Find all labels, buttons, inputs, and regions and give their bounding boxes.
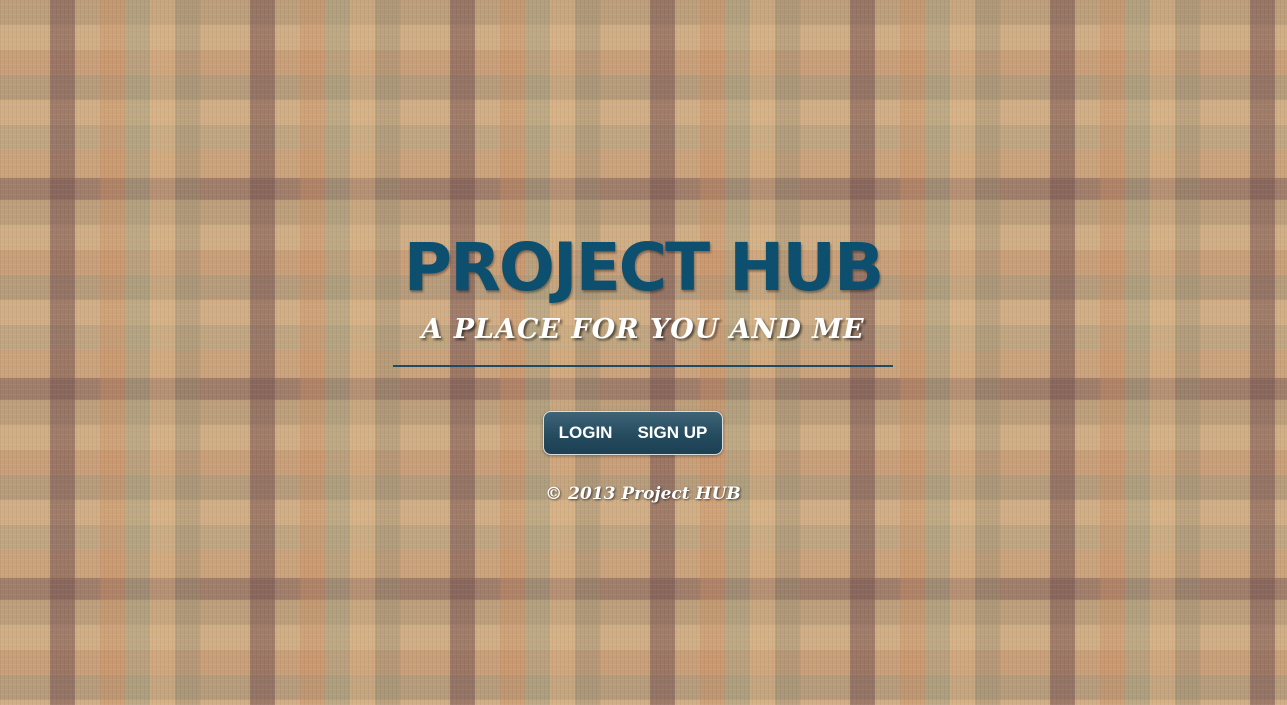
- copyright-text: © 2013 Project HUB: [545, 484, 741, 504]
- page-title: PROJECT HUB: [403, 229, 885, 306]
- login-link[interactable]: LOGIN: [559, 423, 613, 443]
- nav-bar: LOGIN SIGN UP: [543, 411, 723, 455]
- tagline: A PLACE FOR YOU AND ME: [421, 314, 865, 345]
- signup-link[interactable]: SIGN UP: [637, 423, 707, 443]
- hero: PROJECT HUB A PLACE FOR YOU AND ME: [393, 228, 893, 367]
- divider: [393, 365, 893, 367]
